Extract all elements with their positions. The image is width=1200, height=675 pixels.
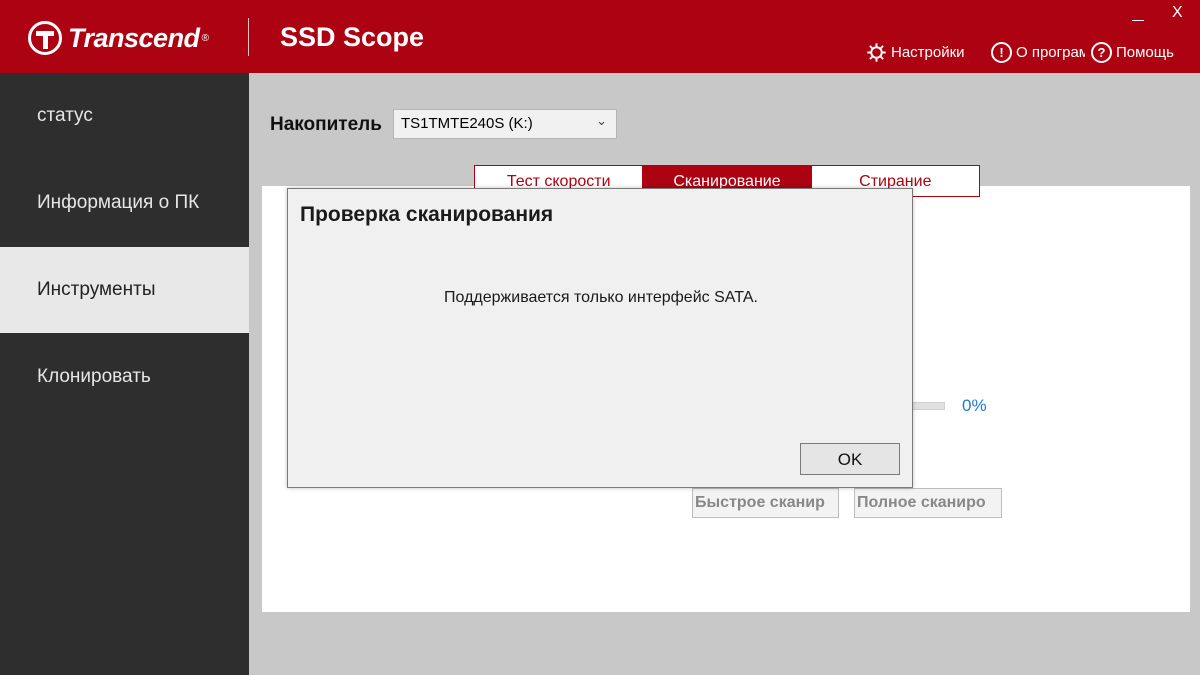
about-link[interactable]: ! О програм [991, 42, 1085, 63]
transcend-logo: Transcend ® [28, 20, 209, 56]
scan-check-dialog: Проверка сканирования Поддерживается тол… [287, 188, 913, 488]
ok-button[interactable]: OK [800, 443, 900, 475]
sidebar-item-label: статус [37, 105, 93, 126]
full-scan-button[interactable]: Полное сканиро [854, 488, 1002, 518]
close-button[interactable]: X [1172, 4, 1183, 22]
sidebar-item-label: Инструменты [37, 279, 156, 300]
minimize-button[interactable] [1131, 6, 1145, 22]
app-header: Transcend ® SSD Scope X Настройки ! О пр… [0, 0, 1200, 73]
dialog-title: Проверка сканирования [300, 203, 554, 226]
transcend-logo-icon [28, 21, 62, 55]
header-links: Настройки ! О програм ? Помощь [866, 42, 1180, 63]
drive-label: Накопитель [270, 114, 382, 135]
drive-select[interactable]: TS1TMTE240S (K:) ⌄ [393, 109, 617, 139]
sidebar-item-pc-info[interactable]: Информация о ПК [0, 160, 249, 246]
help-link[interactable]: ? Помощь [1091, 42, 1174, 63]
sidebar-item-label: Информация о ПК [37, 192, 200, 213]
quick-scan-button[interactable]: Быстрое сканир [692, 488, 839, 518]
info-icon: ! [991, 42, 1012, 63]
sidebar-item-tools[interactable]: Инструменты [0, 247, 249, 333]
sidebar-item-clone[interactable]: Клонировать [0, 334, 249, 420]
app-title: SSD Scope [280, 22, 425, 52]
brand-name: Transcend [68, 22, 200, 53]
drive-select-value: TS1TMTE240S (K:) [401, 115, 533, 132]
settings-link[interactable]: Настройки [866, 42, 985, 63]
header-divider [248, 18, 249, 56]
gear-icon [866, 42, 887, 63]
registered-mark: ® [201, 32, 209, 44]
settings-label: Настройки [891, 44, 965, 61]
scan-progress-percent: 0% [962, 396, 987, 415]
chevron-down-icon: ⌄ [596, 113, 607, 128]
dialog-message: Поддерживается только интерфейс SATA. [444, 289, 758, 306]
help-icon: ? [1091, 42, 1112, 63]
sidebar: статус Информация о ПК Инструменты Клони… [0, 73, 249, 675]
about-label: О програм [1016, 44, 1085, 61]
help-label: Помощь [1116, 44, 1174, 61]
sidebar-item-status[interactable]: статус [0, 73, 249, 159]
sidebar-item-label: Клонировать [37, 366, 151, 387]
